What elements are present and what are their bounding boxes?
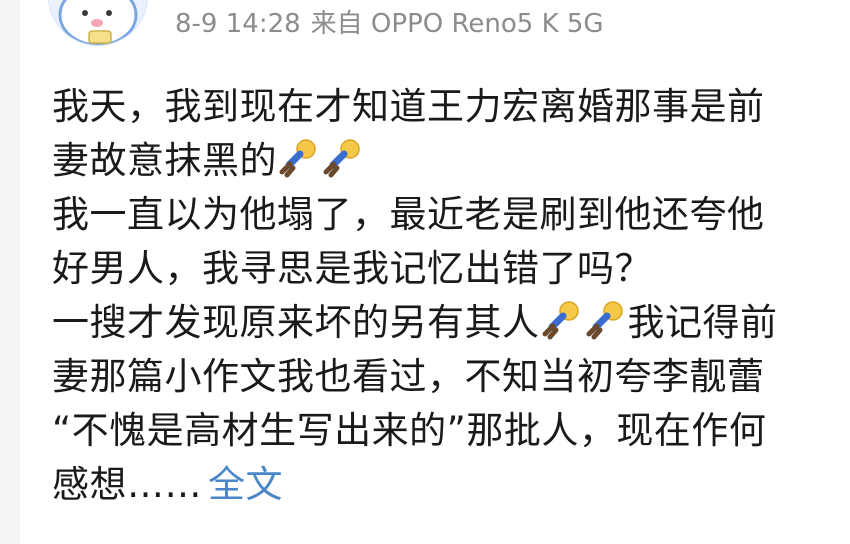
post-text: 妻那篇小作文我也看过，不知当初夸李靓蕾 (52, 355, 765, 398)
post-meta: 8-9 14:28 来自 OPPO Reno5 K 5G (175, 6, 614, 42)
post-text: 感想 (52, 463, 127, 506)
post-line-3: 我一直以为他塌了，最近老是刷到他还夸他 (52, 188, 832, 242)
post-body: 我天，我到现在才知道王力宏离婚那事是前 妻故意抹黑的 我一直以为他塌了，最近老是… (52, 80, 832, 512)
post-text: 一搜才发现原来坏的另有其人 (52, 301, 540, 344)
post-text: “不愧是高材生写出来的”那批人，现在作何 (52, 409, 767, 452)
post-text: 妻故意抹黑的 (52, 139, 277, 182)
truncation-ellipsis: …… (127, 463, 202, 506)
weibo-post: 8-9 14:28 来自 OPPO Reno5 K 5G 我天，我到现在才知道王力… (0, 0, 850, 544)
post-text: 我天，我到现在才知道王力宏离婚那事是前 (52, 85, 765, 128)
falling-person-emoji-icon (321, 137, 363, 179)
left-divider-strip (0, 0, 20, 544)
avatar-illustration (49, 0, 147, 45)
falling-person-emoji-icon (277, 137, 319, 179)
post-text: 我一直以为他塌了，最近老是刷到他还夸他 (52, 193, 765, 236)
post-timestamp: 8-9 14:28 (175, 9, 301, 39)
falling-person-emoji-icon (584, 299, 626, 341)
falling-person-emoji-icon (540, 299, 582, 341)
post-line-2: 妻故意抹黑的 (52, 134, 832, 188)
post-text: 好男人，我寻思是我记忆出错了吗？ (52, 247, 652, 290)
post-line-5: 一搜才发现原来坏的另有其人 我记得前 (52, 296, 832, 350)
post-line-8: 感想…… 全文 (52, 458, 832, 512)
post-line-7: “不愧是高材生写出来的”那批人，现在作何 (52, 404, 832, 458)
full-text-link[interactable]: 全文 (208, 463, 283, 506)
post-line-1: 我天，我到现在才知道王力宏离婚那事是前 (52, 80, 832, 134)
avatar[interactable] (48, 0, 148, 46)
post-text: 我记得前 (627, 301, 778, 344)
post-source[interactable]: 来自 OPPO Reno5 K 5G (311, 9, 604, 39)
post-line-4: 好男人，我寻思是我记忆出错了吗？ (52, 242, 832, 296)
post-line-6: 妻那篇小作文我也看过，不知当初夸李靓蕾 (52, 350, 832, 404)
